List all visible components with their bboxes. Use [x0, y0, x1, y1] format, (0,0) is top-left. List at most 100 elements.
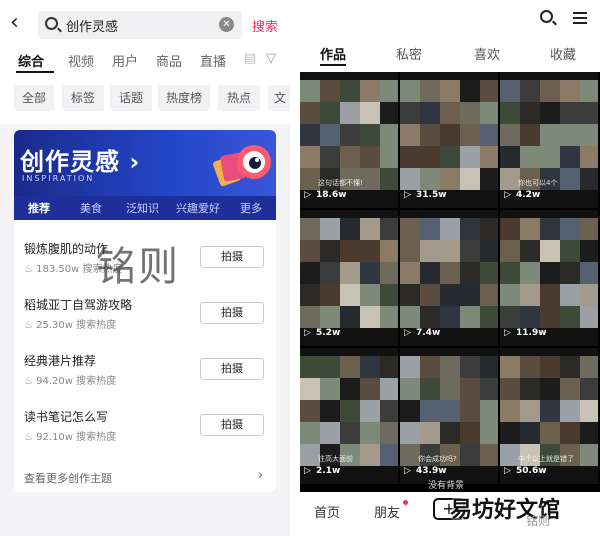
list-item[interactable]: 经典港片推荐 ♨ 94.20w 搜索热度 拍摄 [14, 352, 276, 412]
mosaic-tile [520, 80, 540, 102]
mosaic-tile [480, 378, 498, 400]
search-query[interactable]: 创作灵感 [66, 16, 118, 35]
clear-icon[interactable]: ✕ [219, 17, 234, 32]
banner-subtitle: INSPIRATION [22, 174, 95, 183]
list-item[interactable]: 读书笔记怎么写 ♨ 92.10w 搜索热度 拍摄 [14, 408, 276, 468]
filter-icon[interactable]: ▽ [266, 51, 276, 66]
video-thumbnail[interactable]: ▷ 5.2w [300, 210, 398, 346]
mosaic-tile [300, 306, 320, 328]
mosaic-tile [480, 168, 498, 190]
mosaic-tile [440, 306, 460, 328]
view-count: 43.9w [416, 466, 447, 476]
banner-nav-food[interactable]: 美食 [80, 200, 102, 216]
video-thumbnail[interactable]: 你也可以4个 ▷ 4.2w [500, 72, 598, 208]
search-icon [45, 17, 58, 30]
tab-all[interactable]: 综合 [18, 51, 44, 70]
mosaic-tile [420, 124, 440, 146]
video-caption: 中个以上就是错了 [518, 455, 574, 463]
banner-nav-knowledge[interactable]: 泛知识 [126, 200, 159, 216]
flame-icon: ♨ [24, 432, 37, 443]
tab-more-icon[interactable]: ▤ [244, 51, 256, 66]
mosaic-tile [400, 168, 420, 190]
nav-friends[interactable]: 朋友 [374, 502, 400, 521]
mosaic-tile [340, 80, 360, 102]
mosaic-tile [500, 146, 520, 168]
mosaic-tile [500, 444, 520, 466]
video-thumbnail[interactable]: ▷ 11.9w [500, 210, 598, 346]
mosaic-tile [480, 444, 498, 466]
see-more-link[interactable]: 查看更多创作主题 [24, 470, 112, 486]
banner-nav-more[interactable]: 更多 [240, 200, 262, 216]
search-input[interactable]: 创作灵感 ✕ [38, 11, 242, 39]
video-thumbnail[interactable]: ▷ 31.5w [400, 72, 498, 208]
mosaic-tile [320, 262, 340, 284]
video-thumbnail[interactable]: 这句话都不懂! ▷ 18.6w [300, 72, 398, 208]
mosaic-tile [580, 444, 598, 466]
chip-text[interactable]: 文 [268, 85, 290, 111]
banner-title: 创作灵感 › [20, 148, 141, 176]
search-button[interactable]: 搜索 [252, 16, 278, 35]
mosaic-tile [440, 146, 460, 168]
mosaic-tile [520, 356, 540, 378]
mosaic-tile [460, 444, 480, 466]
video-thumbnail[interactable]: ▷ 7.4w [400, 210, 498, 346]
mosaic-tile [360, 400, 380, 422]
search-icon[interactable] [540, 10, 553, 23]
notification-dot [403, 500, 408, 505]
mosaic-tile [480, 240, 498, 262]
heat-text: 25.30w 搜索热度 [36, 320, 117, 331]
mosaic-tile [380, 422, 398, 444]
mosaic-tile [360, 444, 380, 466]
mosaic-tile [500, 168, 520, 190]
video-thumbnail[interactable]: 往高大面前 ▷ 2.1w [300, 348, 398, 484]
mosaic-tile [540, 80, 560, 102]
mosaic-tile [520, 284, 540, 306]
tab-works[interactable]: 作品 [320, 44, 346, 63]
banner-nav-hobby[interactable]: 兴趣爱好 [176, 200, 220, 216]
mosaic-tile [440, 218, 460, 240]
shoot-button[interactable]: 拍摄 [200, 358, 264, 380]
mosaic-tile [460, 218, 480, 240]
mosaic-tile [300, 262, 320, 284]
mosaic-tile [300, 80, 320, 102]
banner-nav-recommend[interactable]: 推荐 [28, 200, 50, 216]
chip-hot-list[interactable]: 热度榜 [158, 85, 210, 111]
nav-home[interactable]: 首页 [314, 502, 340, 521]
tab-goods[interactable]: 商品 [156, 51, 182, 70]
video-thumbnail[interactable]: 中个以上就是错了 ▷ 50.6w [500, 348, 598, 484]
flame-icon: ♨ [24, 376, 37, 387]
tab-live[interactable]: 直播 [200, 51, 226, 70]
tab-users[interactable]: 用户 [112, 51, 138, 70]
mosaic-tile [340, 102, 360, 124]
chip-all[interactable]: 全部 [14, 85, 54, 111]
list-item[interactable]: 稻城亚丁自驾游攻略 ♨ 25.30w 搜索热度 拍摄 [14, 296, 276, 356]
mosaic-tile [580, 168, 598, 190]
tab-likes[interactable]: 喜欢 [474, 44, 500, 63]
mosaic-tile [400, 422, 420, 444]
mosaic-tile [560, 422, 580, 444]
mosaic-tile [580, 306, 598, 328]
video-thumbnail[interactable]: 你会成功吗? ▷ 43.9w [400, 348, 498, 484]
shoot-button[interactable]: 拍摄 [200, 302, 264, 324]
chip-hot[interactable]: 热点 [218, 85, 260, 111]
chevron-right-icon[interactable]: › [258, 468, 263, 483]
chevron-left-icon[interactable]: ‹ [10, 12, 19, 34]
mosaic-tile [420, 400, 440, 422]
mosaic-tile [380, 444, 398, 466]
video-caption: 这句话都不懂! [318, 179, 363, 187]
mosaic-tile [380, 400, 398, 422]
chip-topics[interactable]: 话题 [110, 85, 152, 111]
mosaic-tile [400, 284, 420, 306]
shoot-button[interactable]: 拍摄 [200, 246, 264, 268]
tab-favorites[interactable]: 收藏 [550, 44, 576, 63]
tab-private[interactable]: 私密 [396, 44, 422, 63]
menu-icon[interactable] [573, 12, 587, 24]
chip-tags[interactable]: 标签 [62, 85, 104, 111]
shoot-button[interactable]: 拍摄 [200, 414, 264, 436]
mosaic-tile [560, 378, 580, 400]
mosaic-tile [360, 262, 380, 284]
mosaic-tile [340, 262, 360, 284]
mosaic-tile [400, 146, 420, 168]
tab-video[interactable]: 视频 [68, 51, 94, 70]
mosaic-tile [320, 124, 340, 146]
